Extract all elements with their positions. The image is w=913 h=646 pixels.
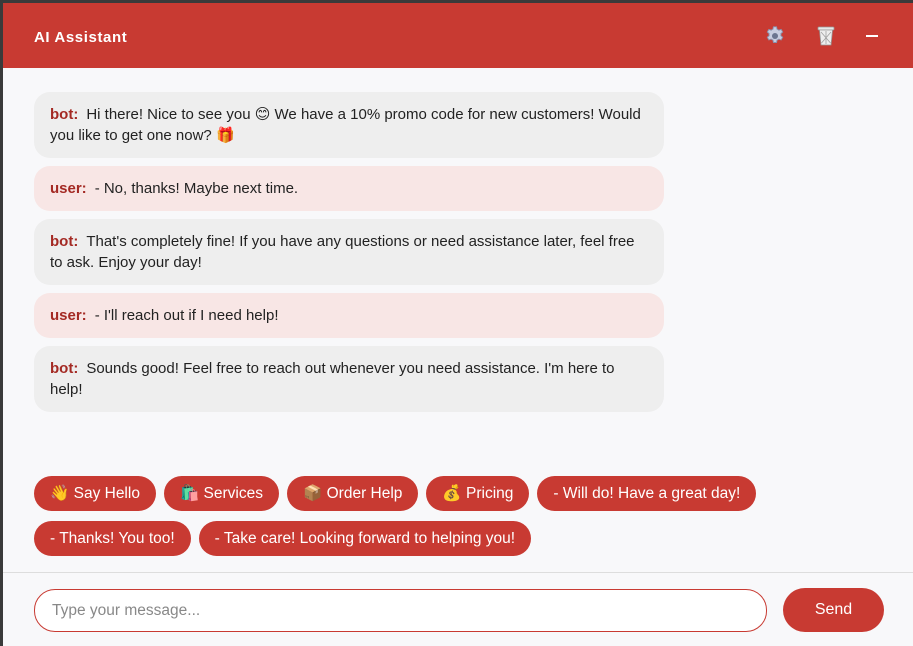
quick-reply-row: 👋 Say Hello 🛍️ Services 📦 Order Help 💰 P… xyxy=(34,476,894,511)
message-text: - I'll reach out if I need help! xyxy=(94,307,279,324)
bot-message: bot: That's completely fine! If you have … xyxy=(34,219,664,285)
sender-label: user: xyxy=(50,180,87,197)
chat-title: AI Assistant xyxy=(34,29,128,46)
message-text: - No, thanks! Maybe next time. xyxy=(94,180,299,197)
services-chip[interactable]: 🛍️ Services xyxy=(163,476,279,511)
send-button[interactable]: Send xyxy=(783,588,884,632)
user-message: user: - No, thanks! Maybe next time. xyxy=(34,166,664,211)
message-text: Sounds good! Feel free to reach out when… xyxy=(50,360,615,398)
chat-window: AI Assistant bot: Hi there! Nice to see y… xyxy=(3,3,913,646)
composer-divider xyxy=(3,572,913,573)
say-hello-chip[interactable]: 👋 Say Hello xyxy=(34,476,156,511)
quick-reply-row: - Thanks! You too! - Take care! Looking … xyxy=(34,521,894,556)
quick-reply-chip[interactable]: - Will do! Have a great day! xyxy=(537,476,757,511)
message-text: Hi there! Nice to see you 😊 We have a 10… xyxy=(50,106,641,144)
quick-reply-chip[interactable]: - Thanks! You too! xyxy=(34,521,191,556)
user-message: user: - I'll reach out if I need help! xyxy=(34,293,664,338)
order-help-chip[interactable]: 📦 Order Help xyxy=(287,476,419,511)
quick-reply-chip[interactable]: - Take care! Looking forward to helping … xyxy=(198,521,532,556)
minimize-icon[interactable] xyxy=(859,23,885,49)
bot-message: bot: Sounds good! Feel free to reach out … xyxy=(34,346,664,412)
quick-replies: 👋 Say Hello 🛍️ Services 📦 Order Help 💰 P… xyxy=(34,476,894,566)
bot-message: bot: Hi there! Nice to see you 😊 We have … xyxy=(34,92,664,158)
sender-label: bot: xyxy=(50,106,79,123)
sender-label: bot: xyxy=(50,360,79,377)
sender-label: bot: xyxy=(50,233,79,250)
sender-label: user: xyxy=(50,307,87,324)
pricing-chip[interactable]: 💰 Pricing xyxy=(426,476,530,511)
gear-icon[interactable] xyxy=(762,23,788,49)
message-text: That's completely fine! If you have any … xyxy=(50,233,635,271)
message-input[interactable] xyxy=(34,589,767,632)
trash-icon[interactable] xyxy=(813,23,839,49)
message-list: bot: Hi there! Nice to see you 😊 We have … xyxy=(34,92,664,420)
chat-header: AI Assistant xyxy=(3,3,913,68)
